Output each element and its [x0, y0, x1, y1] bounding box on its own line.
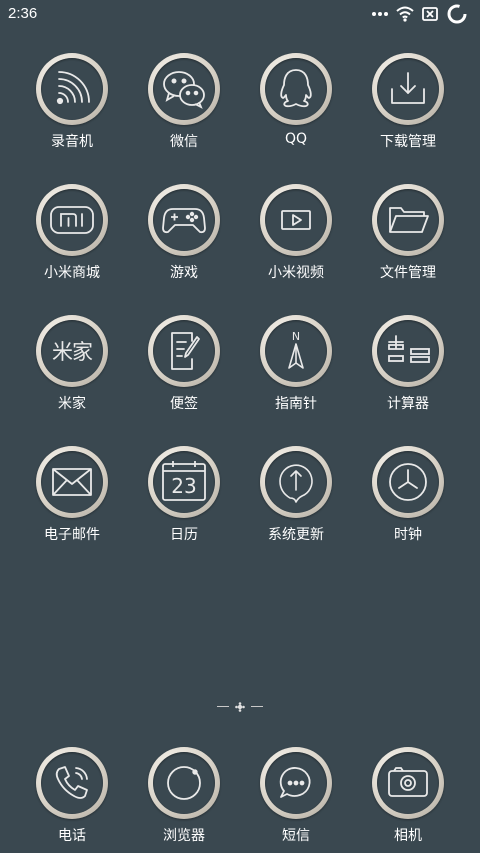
icon-ring — [148, 184, 220, 256]
icon-ring — [372, 315, 444, 387]
app-label: 录音机 — [51, 134, 93, 150]
status-icons — [372, 3, 468, 25]
clock-icon — [386, 460, 430, 504]
app-label: 微信 — [170, 134, 198, 150]
sync-icon — [446, 3, 468, 25]
icon-ring — [372, 747, 444, 819]
icon-ring — [36, 53, 108, 125]
browser-icon — [162, 761, 206, 805]
status-time: 2:36 — [8, 5, 38, 22]
mail-icon — [50, 466, 94, 498]
app-download[interactable]: 下载管理 — [352, 53, 464, 169]
phone-icon — [50, 761, 94, 805]
app-label: 小米视频 — [268, 265, 324, 281]
icon-ring — [372, 446, 444, 518]
status-bar: 2:36 — [0, 0, 480, 30]
app-label: 米家 — [58, 396, 86, 412]
app-mi-video[interactable]: 小米视频 — [240, 184, 352, 300]
icon-ring — [148, 53, 220, 125]
app-file-manager[interactable]: 文件管理 — [352, 184, 464, 300]
app-qq[interactable]: QQ — [240, 53, 352, 169]
app-calendar[interactable]: 23 日历 — [128, 446, 240, 562]
mi-store-icon — [49, 204, 95, 236]
app-label: 系统更新 — [268, 527, 324, 543]
icon-ring — [36, 747, 108, 819]
page-indicator[interactable] — [0, 697, 480, 715]
icon-ring: 米家 — [36, 315, 108, 387]
icon-ring — [36, 184, 108, 256]
recorder-icon — [50, 67, 94, 111]
app-system-update[interactable]: 系统更新 — [240, 446, 352, 562]
dock-phone[interactable]: 电话 — [16, 747, 128, 853]
notes-icon — [164, 329, 204, 373]
mijia-icon: 米家 — [52, 340, 93, 364]
app-label: 计算器 — [387, 396, 429, 412]
wechat-icon — [161, 69, 207, 109]
calculator-icon — [385, 334, 431, 368]
icon-ring — [372, 53, 444, 125]
video-icon — [276, 205, 316, 235]
app-label: 相机 — [394, 828, 422, 844]
app-wechat[interactable]: 微信 — [128, 53, 240, 169]
dock-messages[interactable]: 短信 — [240, 747, 352, 853]
icon-ring — [260, 747, 332, 819]
app-label: 下载管理 — [380, 134, 436, 150]
app-label: 小米商城 — [44, 265, 100, 281]
app-email[interactable]: 电子邮件 — [16, 446, 128, 562]
app-recorder[interactable]: 录音机 — [16, 53, 128, 169]
app-label: 浏览器 — [163, 828, 205, 844]
camera-icon — [386, 766, 430, 800]
download-icon — [386, 67, 430, 111]
update-icon — [276, 460, 316, 504]
app-label: 日历 — [170, 527, 198, 543]
wifi-icon — [396, 6, 414, 22]
icon-ring — [260, 446, 332, 518]
icon-ring: N — [260, 315, 332, 387]
app-label: 时钟 — [394, 527, 422, 543]
app-game[interactable]: 游戏 — [128, 184, 240, 300]
icon-ring — [148, 315, 220, 387]
app-label: 游戏 — [170, 265, 198, 281]
app-label: 文件管理 — [380, 265, 436, 281]
compass-north-label: N — [291, 329, 301, 343]
dock: 电话 浏览器 短信 相机 — [16, 747, 464, 853]
folder-icon — [386, 202, 430, 238]
icon-ring: 23 — [148, 446, 220, 518]
icon-ring — [148, 747, 220, 819]
message-icon — [276, 763, 316, 803]
app-label: 电话 — [58, 828, 86, 844]
app-clock[interactable]: 时钟 — [352, 446, 464, 562]
app-notes[interactable]: 便签 — [128, 315, 240, 431]
page-indicator-dash — [217, 705, 229, 707]
qq-icon — [276, 67, 316, 111]
icon-ring — [36, 446, 108, 518]
app-calculator[interactable]: 计算器 — [352, 315, 464, 431]
app-grid: 录音机 微信 QQ 下载管理 小米商城 游戏 小米视频 文件管理 米家 米家 便… — [16, 53, 464, 562]
app-label: 电子邮件 — [44, 527, 100, 543]
app-compass[interactable]: N 指南针 — [240, 315, 352, 431]
dock-browser[interactable]: 浏览器 — [128, 747, 240, 853]
page-indicator-dash — [251, 705, 263, 707]
icon-ring — [260, 53, 332, 125]
gamepad-icon — [161, 204, 207, 236]
compass-icon — [286, 342, 306, 372]
dock-camera[interactable]: 相机 — [352, 747, 464, 853]
page-indicator-dot-icon — [235, 697, 245, 716]
sim-missing-icon — [422, 7, 438, 21]
icon-ring — [372, 184, 444, 256]
calendar-date: 23 — [171, 474, 197, 498]
app-mi-store[interactable]: 小米商城 — [16, 184, 128, 300]
app-mijia[interactable]: 米家 米家 — [16, 315, 128, 431]
app-label: 短信 — [282, 828, 310, 844]
icon-ring — [260, 184, 332, 256]
app-label: 便签 — [170, 396, 198, 412]
more-dots-icon — [372, 11, 388, 17]
app-label: 指南针 — [275, 396, 317, 412]
app-label: QQ — [284, 131, 308, 147]
